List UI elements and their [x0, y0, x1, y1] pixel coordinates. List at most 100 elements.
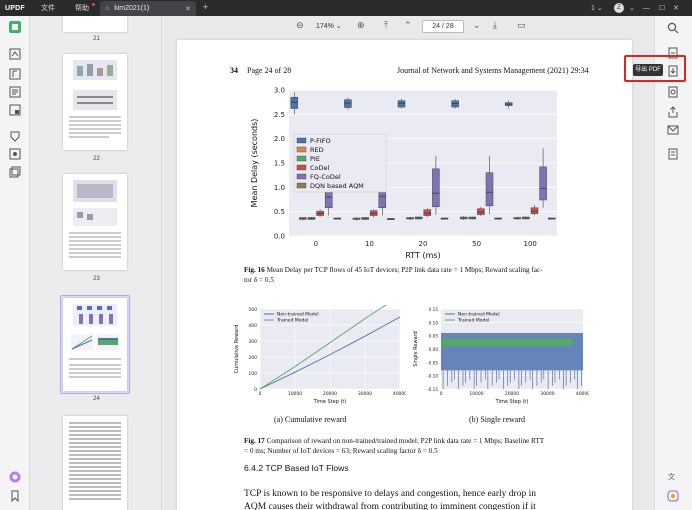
maximize-icon[interactable]: ☐	[659, 4, 665, 12]
ocr-icon[interactable]	[9, 148, 21, 160]
comment-icon[interactable]	[9, 48, 21, 60]
thumbnail-preview	[69, 422, 121, 500]
email-icon[interactable]	[667, 124, 679, 136]
menu-help-label: 帮助	[75, 5, 89, 12]
zoom-out-icon[interactable]: ⊖	[296, 20, 304, 31]
thumbnail-panel[interactable]: 21 22 23 24	[31, 16, 162, 510]
legend-swatch	[296, 164, 307, 171]
figure-16-caption: Fig. 16 Mean Delay per TCP flows of 45 I…	[244, 266, 604, 285]
form-icon[interactable]	[9, 86, 21, 98]
box-fq-codel	[539, 166, 547, 201]
thumbnail-preview	[69, 304, 121, 378]
box-p-fifo	[290, 97, 299, 109]
thumbnail-preview	[69, 60, 121, 138]
legend-swatch	[296, 146, 307, 153]
y-tick-label: 2.0	[274, 135, 285, 143]
notification-dot	[92, 3, 95, 6]
share-icon[interactable]	[667, 106, 679, 118]
page-number-input[interactable]: 24 / 28	[422, 20, 464, 33]
thumbnail-page-23[interactable]	[63, 174, 127, 270]
reader-icon[interactable]	[9, 21, 21, 33]
thumbnail-label: 24	[93, 396, 100, 402]
y-tick-label: 1.5	[274, 160, 285, 168]
legend-label: CoDel	[310, 164, 330, 172]
search-icon[interactable]	[667, 22, 679, 34]
thumbnail-label: 23	[93, 276, 100, 282]
edit-icon[interactable]	[9, 68, 21, 80]
avatar[interactable]: Z	[614, 3, 624, 13]
menu-help[interactable]: 帮助	[75, 3, 95, 13]
box-p-fifo	[397, 100, 406, 108]
y-tick-label: 0.00	[429, 347, 439, 352]
thumbnail-page-21[interactable]	[63, 16, 127, 32]
y-axis-label: Single Reward	[413, 331, 419, 367]
bookmark-icon[interactable]	[9, 490, 21, 502]
add-tab-button[interactable]: +	[203, 2, 208, 12]
figure-16-caption-label: Fig. 16	[244, 266, 265, 274]
x-tick-label: 10000	[288, 391, 302, 397]
x-tick-label: 10	[365, 240, 374, 248]
y-tick-label: 0.10	[429, 320, 439, 325]
prev-page-icon[interactable]: ⌃	[404, 20, 412, 31]
save-icon[interactable]	[667, 148, 679, 160]
legend-swatch	[296, 137, 307, 144]
y-tick-label: 500	[248, 307, 257, 313]
version-badge[interactable]: 1 ⌄	[591, 0, 603, 16]
y-tick-label: 0	[254, 387, 257, 393]
present-icon[interactable]: ▭	[517, 20, 526, 31]
minimize-icon[interactable]: —	[643, 5, 650, 12]
organize-pages-icon[interactable]	[9, 104, 21, 116]
protect-icon[interactable]	[9, 130, 21, 142]
page-current: 24	[432, 23, 441, 30]
chevron-down-icon[interactable]: ⌄	[629, 4, 635, 12]
legend-label: Non-trained Model	[277, 312, 319, 318]
y-tick-label: 100	[248, 371, 257, 377]
x-axis-label: RTT (ms)	[405, 251, 440, 260]
protect-document-icon[interactable]	[667, 86, 679, 98]
zoom-in-icon[interactable]: ⊕	[357, 20, 365, 31]
y-tick-label: 0.05	[429, 334, 439, 339]
y-tick-label: 300	[248, 339, 257, 345]
series-band-trained-model	[441, 338, 573, 347]
box-codel	[530, 207, 539, 214]
y-tick-label: 2.5	[274, 111, 285, 119]
tab-document[interactable]: ⌂ kim2021(1) ✕	[100, 1, 196, 16]
figure-17-caption-text-2: = 0 ms; Number of IoT devices = 63; Rewa…	[244, 446, 438, 455]
ai-assistant-icon[interactable]	[9, 471, 21, 483]
thumbnail-page-24[interactable]	[63, 298, 127, 391]
y-axis-label: Cumulative Reward	[234, 325, 240, 374]
view-toolbar: ⊖ 174% ⌄ ⊕ ⤒ ⌃ 24 / 28 ⌄ ⤓ ▭	[162, 16, 654, 38]
header-page-number: 34	[230, 66, 238, 75]
document-view[interactable]: ⊖ 174% ⌄ ⊕ ⤒ ⌃ 24 / 28 ⌄ ⤓ ▭ 34 Page 24 …	[162, 16, 654, 510]
legend-label: PIE	[310, 155, 320, 163]
first-page-icon[interactable]: ⤒	[384, 20, 388, 31]
x-tick-label: 0	[314, 240, 318, 248]
y-tick-label: 0.5	[274, 208, 285, 216]
legend-label: RED	[310, 146, 324, 154]
layers-icon[interactable]	[9, 166, 21, 178]
section-heading: 6.4.2 TCP Based IoT Flows	[244, 463, 349, 473]
tab-title: kim2021(1)	[114, 5, 150, 12]
legend-label: FQ-CoDel	[310, 173, 341, 181]
translate-icon[interactable]: 文	[667, 471, 679, 483]
export-pdf-tooltip: 导出 PDF	[633, 64, 663, 76]
x-tick-label: 30000	[540, 391, 554, 397]
close-tab-icon[interactable]: ✕	[185, 5, 191, 13]
thumbnail-page-25[interactable]	[63, 416, 127, 510]
thumbnail-page-22[interactable]	[63, 54, 127, 150]
box-fq-codel	[432, 168, 440, 208]
menu-file[interactable]: 文件	[41, 3, 55, 13]
next-page-icon[interactable]: ⌄	[473, 20, 481, 31]
legend-swatch	[296, 155, 307, 162]
app-logo: UPDF	[5, 4, 25, 12]
figure-16-caption-text-2: tor δ = 0.5	[244, 275, 274, 284]
last-page-icon[interactable]: ⤓	[493, 20, 497, 31]
body-text-line-2: AQM causes their withdrawal from contrib…	[244, 502, 536, 510]
user-avatar-wrap[interactable]: Z	[614, 0, 624, 16]
zoom-value: 174%	[316, 23, 334, 30]
legend-swatch	[296, 182, 307, 189]
ai-icon[interactable]	[667, 490, 679, 502]
x-tick-label: 20000	[323, 391, 337, 397]
zoom-level[interactable]: 174% ⌄	[316, 22, 342, 30]
close-window-icon[interactable]: ✕	[673, 4, 679, 12]
